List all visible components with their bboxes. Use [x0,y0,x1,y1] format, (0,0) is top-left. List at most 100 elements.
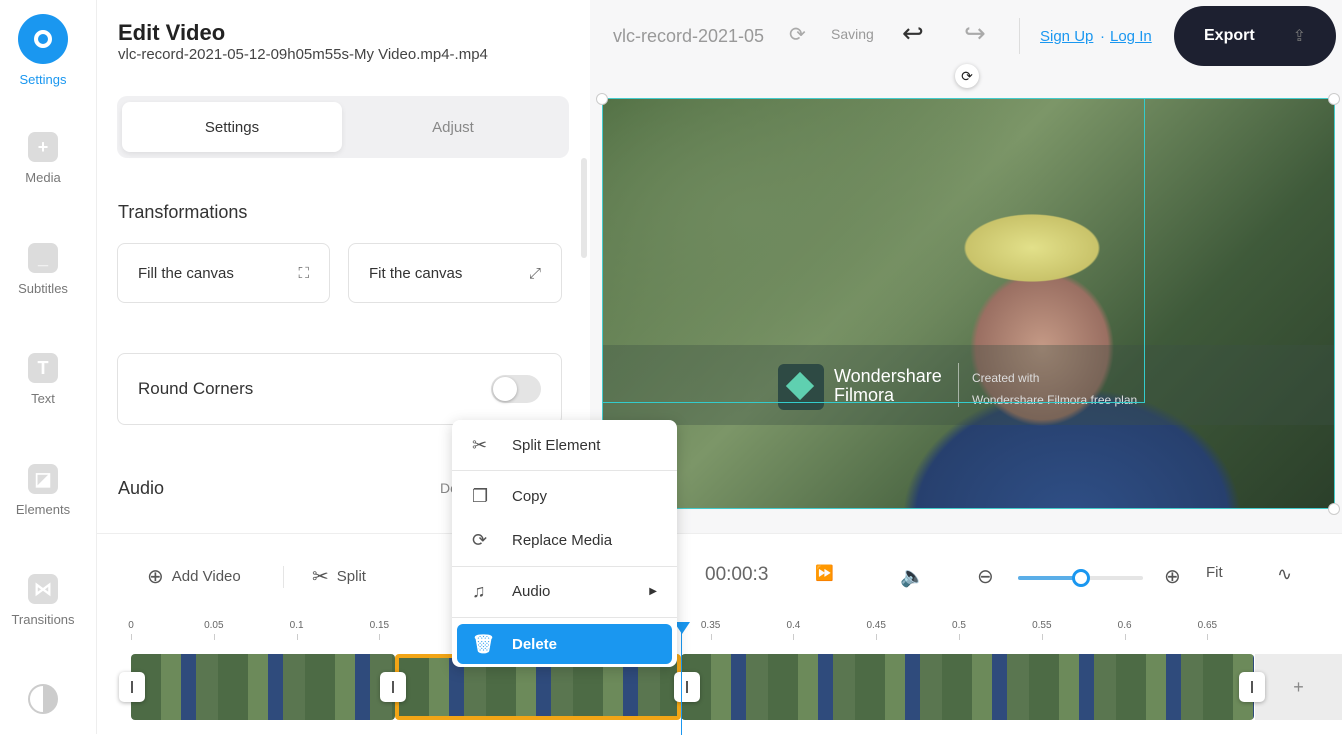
waveform-icon[interactable]: ∿ [1277,564,1292,585]
sidebar-item-transitions[interactable]: ⋈ Transitions [0,574,86,627]
zoom-in-icon[interactable]: ⊕ [1164,564,1181,589]
round-corners-row: Round Corners [117,353,562,425]
ruler-tick [1207,634,1209,640]
forward-icon[interactable]: ⏩ [815,564,834,582]
sign-up-link[interactable]: Sign Up [1040,28,1093,45]
ruler-tick [876,634,878,640]
trim-handle[interactable] [1239,672,1265,702]
clip[interactable] [131,654,395,720]
ruler-tick-label: 0.55 [1032,620,1052,631]
transformations-heading: Transformations [118,202,248,222]
rotate-icon[interactable]: ⟳ [955,64,979,88]
clip[interactable] [681,654,1254,720]
menu-delete[interactable]: 🗑 Delete [457,624,672,664]
round-corners-toggle[interactable] [491,375,541,403]
plus-circle-icon: ⊕ [147,566,164,588]
ruler-tick [1124,634,1126,640]
trim-handle[interactable] [674,672,700,702]
ruler-tick-label: 0.15 [369,620,390,631]
ruler-tick [1041,634,1043,640]
ruler-tick [379,634,381,640]
tab-adjust[interactable]: Adjust [343,102,563,152]
upload-icon: ⇪ [1292,28,1306,45]
context-menu: ✂ Split Element ❐ Copy ⟳ Replace Media ♫ Aud… [452,420,677,667]
copy-icon: ❐ [472,485,489,506]
audio-heading: Audio [118,478,165,498]
trim-handle[interactable] [119,672,145,702]
ruler-tick [959,634,960,640]
zoom-out-icon[interactable]: ⊖ [977,564,994,589]
ruler-tick [131,634,132,640]
panel-scrollbar[interactable] [581,158,587,258]
expand-icon: ⛶ [298,264,309,282]
playhead[interactable] [681,622,682,735]
sync-icon: ⟳ [789,24,806,46]
ruler-tick-label: 0.4 [786,620,801,631]
resize-icon: ⤢ [528,264,541,282]
submenu-arrow-icon: ▶ [649,585,657,597]
sidebar-item-elements[interactable]: ◪ Elements [0,464,86,517]
ruler-tick [793,634,795,640]
menu-replace-media[interactable]: ⟳ Replace Media [452,520,677,560]
timeline: ⊕ Add Video ✂ Split 00:00:3 ⏩ 🔈 ⊖ ⊕ Fit ∿ … [97,533,1342,735]
export-button[interactable]: Export ⇪ [1174,6,1336,66]
add-clip-button[interactable]: + [1255,654,1342,720]
volume-icon[interactable]: 🔈 [900,564,925,589]
ruler-tick-label: 0.5 [952,620,966,631]
selection-frame[interactable] [602,98,1335,509]
scissors-icon: ✂ [472,434,488,455]
ruler-tick [213,634,215,640]
ruler-tick [710,634,712,640]
filter-icon [28,684,58,714]
tabs: Settings Adjust [117,96,569,158]
preview-stage: ⟳ Wondershare Filmora Created with Wonders… [590,64,1342,533]
music-note-icon: ♫ [472,580,486,601]
ruler-tick-label: 0.45 [866,620,886,631]
add-video-button[interactable]: ⊕ Add Video [147,564,241,589]
log-in-link[interactable]: Log In [1110,28,1152,45]
sidebar-item-filters[interactable] [0,684,86,714]
ruler-tick-label: 0.35 [700,620,721,631]
redo-icon[interactable]: ↪ [964,18,986,49]
resize-handle[interactable] [1328,503,1340,515]
sidebar-item-text[interactable]: T Text [0,353,86,406]
sidebar: Settings + Media _ Subtitles T Text ◪ Elemen… [0,0,97,734]
sidebar-item-media[interactable]: + Media [0,132,86,185]
sidebar-item-subtitles[interactable]: _ Subtitles [0,243,86,296]
ruler-tick-label: 0.6 [1117,620,1132,631]
fit-canvas-button[interactable]: Fit the canvas ⤢ [348,243,562,303]
ruler-tick-label: 0.65 [1197,620,1218,631]
ruler-tick-label: 0.1 [289,620,304,631]
fit-button[interactable]: Fit [1206,564,1223,581]
text-icon: T [28,353,58,383]
ruler-tick-label: 0.05 [204,620,224,631]
resize-handle[interactable] [596,93,608,105]
time-display: 00:00:3 [705,564,769,585]
plus-icon: + [28,132,58,162]
resize-handle[interactable] [1328,93,1340,105]
subtitles-icon: _ [28,243,58,273]
elements-icon: ◪ [28,464,58,494]
save-status: Saving [831,26,874,42]
split-button[interactable]: ✂ Split [312,564,366,589]
scissors-icon: ✂ [312,566,329,588]
link-separator: · [1100,28,1105,45]
settings-icon [18,14,68,64]
file-name: vlc-record-2021-05-12-09h05m55s-My Video… [118,46,488,63]
replace-icon: ⟳ [472,529,488,550]
zoom-slider[interactable] [1018,569,1143,587]
tab-settings[interactable]: Settings [122,102,342,152]
fill-canvas-button[interactable]: Fill the canvas ⛶ [117,243,330,303]
project-name[interactable]: vlc-record-2021-05 [613,26,764,47]
ruler-tick-label: 0 [128,620,134,631]
ruler-tick [296,634,298,640]
undo-icon[interactable]: ↩ [902,18,924,49]
trim-handle[interactable] [380,672,406,702]
menu-copy[interactable]: ❐ Copy [452,476,677,516]
menu-split-element[interactable]: ✂ Split Element [452,425,677,465]
page-title: Edit Video [118,20,226,45]
transitions-icon: ⋈ [28,574,58,604]
sidebar-item-settings[interactable]: Settings [0,14,86,87]
divider [1019,18,1020,54]
menu-audio[interactable]: ♫ Audio ▶ [452,571,677,611]
